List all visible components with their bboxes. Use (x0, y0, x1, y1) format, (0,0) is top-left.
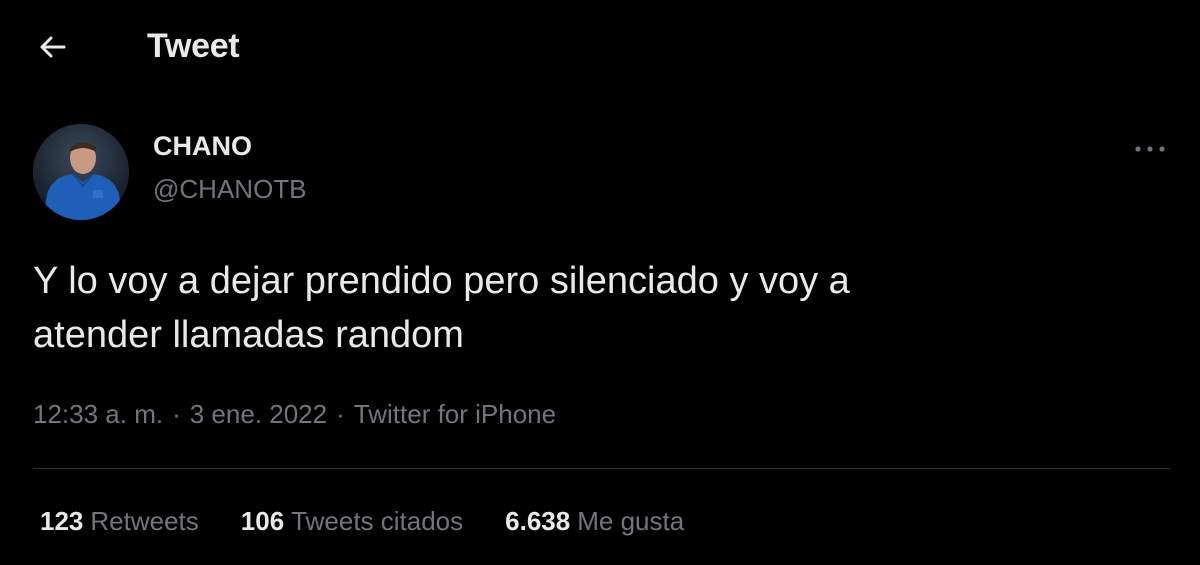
quote-tweets-label: Tweets citados (291, 506, 464, 536)
tweet-time[interactable]: 12:33 a. m. (33, 399, 163, 430)
meta-separator: · (172, 399, 181, 429)
page-title: Tweet (147, 27, 240, 65)
tweet-metadata: 12:33 a. m. · 3 ene. 2022 · Twitter for … (33, 399, 556, 430)
avatar[interactable] (33, 124, 129, 220)
arrow-left-icon (40, 36, 66, 58)
author-handle[interactable]: @CHANOTB (153, 174, 307, 205)
back-button[interactable] (34, 28, 72, 66)
tweet-date[interactable]: 3 ene. 2022 (190, 399, 327, 430)
more-horizontal-icon (1135, 146, 1165, 152)
top-bar: Tweet (0, 0, 1200, 95)
author-name[interactable]: CHANO (153, 131, 252, 162)
quote-tweets-stat[interactable]: 106 Tweets citados (241, 506, 463, 537)
meta-separator: · (336, 399, 345, 429)
more-button[interactable] (1130, 136, 1170, 162)
likes-stat[interactable]: 6.638 Me gusta (505, 506, 684, 537)
retweets-stat[interactable]: 123 Retweets (40, 506, 199, 537)
tweet-text: Y lo voy a dejar prendido pero silenciad… (33, 260, 850, 356)
retweets-count: 123 (40, 506, 84, 536)
likes-count: 6.638 (505, 506, 571, 536)
retweets-label: Retweets (90, 506, 199, 536)
engagement-stats: 123 Retweets 106 Tweets citados 6.638 Me gu… (40, 506, 726, 537)
quote-tweets-count: 106 (240, 506, 285, 536)
user-avatar-icon (33, 124, 129, 220)
divider (33, 468, 1170, 469)
tweet-source[interactable]: Twitter for iPhone (354, 399, 556, 430)
likes-label: Me gusta (577, 506, 685, 536)
